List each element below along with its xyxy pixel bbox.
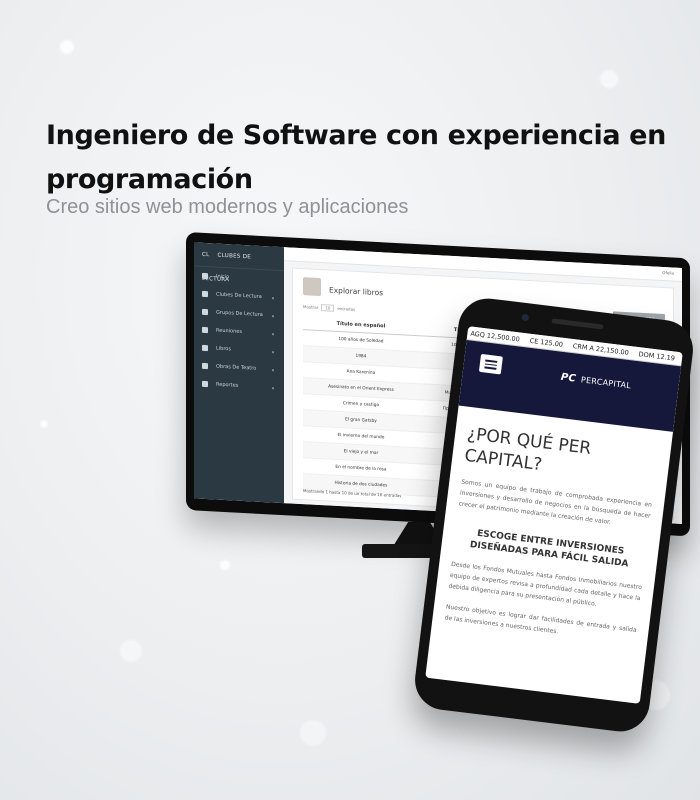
- site-logo[interactable]: PC PERCAPITAL: [560, 372, 632, 392]
- camera-icon: [521, 313, 530, 322]
- sidebar-item-label: Inicio: [216, 273, 230, 281]
- chevron-down-icon: ▾: [271, 313, 274, 319]
- snow-particle: [120, 640, 142, 662]
- sidebar-item-label: Reuniones: [216, 327, 242, 335]
- snow-particle: [600, 70, 618, 88]
- user-menu[interactable]: Ofelia: [662, 270, 674, 276]
- snow-particle: [60, 40, 74, 54]
- sidebar-item-icon: [202, 290, 208, 298]
- sidebar-menu: Inicio Clubes De Lectura ▾ Grupos De Lectur…: [194, 266, 284, 397]
- sidebar-item-label: Libros: [216, 345, 231, 353]
- sidebar-item-label: Reportes: [216, 381, 239, 389]
- sidebar-item-icon: [202, 362, 208, 370]
- sidebar-item-label: Clubes De Lectura: [216, 291, 262, 300]
- sidebar-item-icon: [202, 272, 208, 280]
- book-icon: [303, 277, 321, 297]
- phone-screen: AGQ 12,500.00 CE 125.00 CRM A 22,150.00 DOM…: [425, 326, 683, 704]
- show-label: Mostrar: [303, 304, 319, 310]
- snow-particle: [220, 560, 230, 570]
- phone-device: AGQ 12,500.00 CE 125.00 CRM A 22,150.00 DOM…: [411, 295, 697, 735]
- chevron-down-icon: ▾: [271, 367, 274, 373]
- sidebar-item-icon: [202, 308, 208, 316]
- snow-particle: [40, 420, 48, 428]
- brand-initials: CL: [202, 251, 210, 259]
- sidebar-item-icon: [202, 326, 208, 334]
- chevron-down-icon: ▾: [271, 385, 274, 391]
- chevron-down-icon: ▾: [271, 295, 274, 301]
- sidebar-item-label: Obras De Teatro: [216, 363, 257, 372]
- hero-subtitle: Creo sitios web modernos y aplicaciones: [46, 196, 409, 218]
- sidebar-item-icon: [202, 380, 208, 388]
- ticker-item: CE 125.00: [529, 336, 564, 349]
- sidebar-item-icon: [202, 344, 208, 352]
- logo-text: PERCAPITAL: [580, 375, 632, 391]
- chevron-down-icon: ▾: [271, 349, 274, 355]
- entries-count-select[interactable]: 10: [321, 304, 335, 312]
- logo-mark: PC: [560, 371, 577, 385]
- speaker-grille: [551, 318, 604, 330]
- hero-title: Ingeniero de Software con experiencia en…: [46, 120, 666, 195]
- entries-selector: Mostrar 10 entradas: [303, 303, 355, 313]
- snow-particle: [300, 720, 326, 746]
- menu-icon[interactable]: [478, 353, 503, 375]
- app-sidebar: CL CLUBES DE LECTURA Inicio Clubes De Lect…: [194, 242, 284, 504]
- sidebar-item-label: Grupos De Lectura: [216, 309, 263, 319]
- chevron-down-icon: ▾: [271, 331, 274, 337]
- ticker-item: DOM 12.19: [638, 350, 676, 363]
- sidebar-item[interactable]: Reportes ▾: [194, 374, 284, 397]
- page-title: Explorar libros: [329, 285, 384, 298]
- entries-label: entradas: [337, 305, 356, 312]
